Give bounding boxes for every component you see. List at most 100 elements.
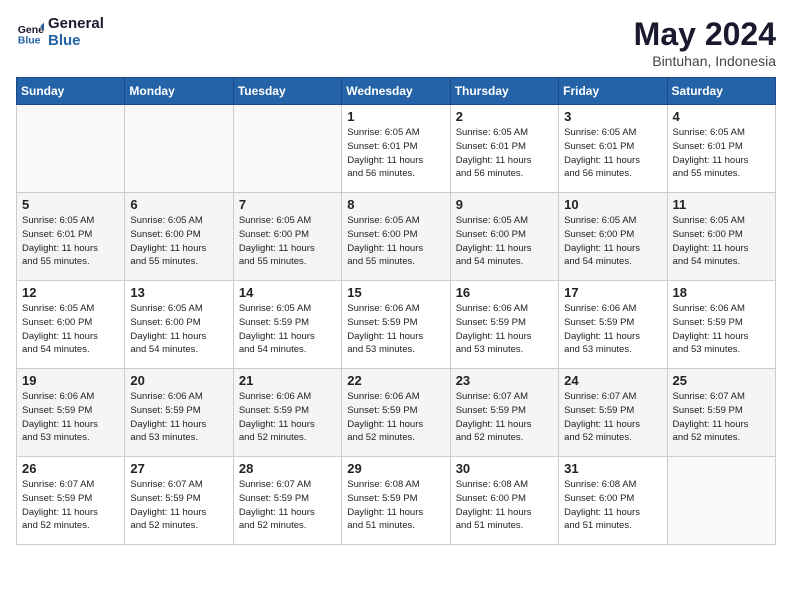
day-number: 4 [673, 109, 770, 124]
day-number: 21 [239, 373, 336, 388]
day-number: 14 [239, 285, 336, 300]
calendar-cell: 7 Sunrise: 6:05 AM Sunset: 6:00 PM Daylig… [233, 193, 341, 281]
calendar-cell: 17 Sunrise: 6:06 AM Sunset: 5:59 PM Dayli… [559, 281, 667, 369]
day-info: Sunrise: 6:05 AM Sunset: 6:00 PM Dayligh… [673, 214, 770, 269]
day-info: Sunrise: 6:06 AM Sunset: 5:59 PM Dayligh… [456, 302, 553, 357]
day-number: 24 [564, 373, 661, 388]
day-info: Sunrise: 6:05 AM Sunset: 6:00 PM Dayligh… [347, 214, 444, 269]
day-number: 22 [347, 373, 444, 388]
calendar-cell: 22 Sunrise: 6:06 AM Sunset: 5:59 PM Dayli… [342, 369, 450, 457]
day-info: Sunrise: 6:07 AM Sunset: 5:59 PM Dayligh… [239, 478, 336, 533]
day-number: 3 [564, 109, 661, 124]
weekday-header-thursday: Thursday [450, 78, 558, 105]
day-info: Sunrise: 6:05 AM Sunset: 6:01 PM Dayligh… [673, 126, 770, 181]
day-number: 19 [22, 373, 119, 388]
weekday-header-tuesday: Tuesday [233, 78, 341, 105]
calendar-cell: 26 Sunrise: 6:07 AM Sunset: 5:59 PM Dayli… [17, 457, 125, 545]
calendar-week-row: 19 Sunrise: 6:06 AM Sunset: 5:59 PM Dayli… [17, 369, 776, 457]
day-info: Sunrise: 6:05 AM Sunset: 6:00 PM Dayligh… [239, 214, 336, 269]
logo-icon: General Blue [16, 19, 44, 47]
calendar-cell: 27 Sunrise: 6:07 AM Sunset: 5:59 PM Dayli… [125, 457, 233, 545]
day-number: 17 [564, 285, 661, 300]
day-info: Sunrise: 6:06 AM Sunset: 5:59 PM Dayligh… [347, 390, 444, 445]
day-number: 20 [130, 373, 227, 388]
day-info: Sunrise: 6:06 AM Sunset: 5:59 PM Dayligh… [673, 302, 770, 357]
location-subtitle: Bintuhan, Indonesia [634, 53, 776, 69]
calendar-cell: 14 Sunrise: 6:05 AM Sunset: 5:59 PM Dayli… [233, 281, 341, 369]
day-number: 11 [673, 197, 770, 212]
day-info: Sunrise: 6:05 AM Sunset: 5:59 PM Dayligh… [239, 302, 336, 357]
calendar-cell: 19 Sunrise: 6:06 AM Sunset: 5:59 PM Dayli… [17, 369, 125, 457]
day-number: 6 [130, 197, 227, 212]
day-number: 5 [22, 197, 119, 212]
day-info: Sunrise: 6:08 AM Sunset: 6:00 PM Dayligh… [564, 478, 661, 533]
day-number: 7 [239, 197, 336, 212]
day-info: Sunrise: 6:07 AM Sunset: 5:59 PM Dayligh… [673, 390, 770, 445]
calendar-cell: 2 Sunrise: 6:05 AM Sunset: 6:01 PM Daylig… [450, 105, 558, 193]
day-number: 15 [347, 285, 444, 300]
day-number: 13 [130, 285, 227, 300]
calendar-cell: 18 Sunrise: 6:06 AM Sunset: 5:59 PM Dayli… [667, 281, 775, 369]
calendar-cell: 13 Sunrise: 6:05 AM Sunset: 6:00 PM Dayli… [125, 281, 233, 369]
day-number: 9 [456, 197, 553, 212]
day-info: Sunrise: 6:05 AM Sunset: 6:00 PM Dayligh… [130, 214, 227, 269]
day-number: 10 [564, 197, 661, 212]
calendar-table: SundayMondayTuesdayWednesdayThursdayFrid… [16, 77, 776, 545]
day-number: 27 [130, 461, 227, 476]
calendar-cell: 4 Sunrise: 6:05 AM Sunset: 6:01 PM Daylig… [667, 105, 775, 193]
day-number: 18 [673, 285, 770, 300]
weekday-header-wednesday: Wednesday [342, 78, 450, 105]
day-info: Sunrise: 6:05 AM Sunset: 6:01 PM Dayligh… [456, 126, 553, 181]
calendar-cell: 30 Sunrise: 6:08 AM Sunset: 6:00 PM Dayli… [450, 457, 558, 545]
calendar-cell: 23Sunrise: 6:07 AM Sunset: 5:59 PM Dayli… [450, 369, 558, 457]
logo-line1: General [48, 16, 104, 33]
day-number: 26 [22, 461, 119, 476]
logo: General Blue General Blue [16, 16, 104, 49]
day-number: 30 [456, 461, 553, 476]
day-number: 1 [347, 109, 444, 124]
day-info: Sunrise: 6:07 AM Sunset: 5:59 PM Dayligh… [130, 478, 227, 533]
weekday-header-friday: Friday [559, 78, 667, 105]
day-info: Sunrise: 6:06 AM Sunset: 5:59 PM Dayligh… [564, 302, 661, 357]
calendar-cell: 5 Sunrise: 6:05 AM Sunset: 6:01 PM Daylig… [17, 193, 125, 281]
day-number: 2 [456, 109, 553, 124]
calendar-week-row: 12 Sunrise: 6:05 AM Sunset: 6:00 PM Dayli… [17, 281, 776, 369]
day-info: Sunrise: 6:06 AM Sunset: 5:59 PM Dayligh… [22, 390, 119, 445]
day-info: Sunrise: 6:05 AM Sunset: 6:01 PM Dayligh… [22, 214, 119, 269]
day-number: 12 [22, 285, 119, 300]
title-block: May 2024 Bintuhan, Indonesia [634, 16, 776, 69]
month-title: May 2024 [634, 16, 776, 53]
calendar-cell [17, 105, 125, 193]
day-info: Sunrise: 6:07 AM Sunset: 5:59 PM Dayligh… [22, 478, 119, 533]
calendar-cell: 6 Sunrise: 6:05 AM Sunset: 6:00 PM Daylig… [125, 193, 233, 281]
day-info: Sunrise: 6:05 AM Sunset: 6:00 PM Dayligh… [130, 302, 227, 357]
calendar-cell: 25Sunrise: 6:07 AM Sunset: 5:59 PM Dayli… [667, 369, 775, 457]
calendar-cell: 16 Sunrise: 6:06 AM Sunset: 5:59 PM Dayli… [450, 281, 558, 369]
calendar-cell: 8 Sunrise: 6:05 AM Sunset: 6:00 PM Daylig… [342, 193, 450, 281]
day-info: Sunrise: 6:05 AM Sunset: 6:01 PM Dayligh… [347, 126, 444, 181]
weekday-header-sunday: Sunday [17, 78, 125, 105]
day-number: 8 [347, 197, 444, 212]
svg-text:Blue: Blue [18, 34, 41, 46]
calendar-cell: 9 Sunrise: 6:05 AM Sunset: 6:00 PM Daylig… [450, 193, 558, 281]
day-info: Sunrise: 6:08 AM Sunset: 5:59 PM Dayligh… [347, 478, 444, 533]
weekday-header-monday: Monday [125, 78, 233, 105]
day-info: Sunrise: 6:05 AM Sunset: 6:00 PM Dayligh… [456, 214, 553, 269]
day-info: Sunrise: 6:06 AM Sunset: 5:59 PM Dayligh… [347, 302, 444, 357]
calendar-cell: 20Sunrise: 6:06 AM Sunset: 5:59 PM Dayli… [125, 369, 233, 457]
day-info: Sunrise: 6:05 AM Sunset: 6:00 PM Dayligh… [564, 214, 661, 269]
calendar-cell: 10 Sunrise: 6:05 AM Sunset: 6:00 PM Dayli… [559, 193, 667, 281]
weekday-header-row: SundayMondayTuesdayWednesdayThursdayFrid… [17, 78, 776, 105]
calendar-week-row: 5 Sunrise: 6:05 AM Sunset: 6:01 PM Daylig… [17, 193, 776, 281]
calendar-cell [667, 457, 775, 545]
day-number: 16 [456, 285, 553, 300]
calendar-cell: 15 Sunrise: 6:06 AM Sunset: 5:59 PM Dayli… [342, 281, 450, 369]
calendar-cell: 12 Sunrise: 6:05 AM Sunset: 6:00 PM Dayli… [17, 281, 125, 369]
day-number: 28 [239, 461, 336, 476]
day-info: Sunrise: 6:08 AM Sunset: 6:00 PM Dayligh… [456, 478, 553, 533]
calendar-cell [125, 105, 233, 193]
calendar-cell: 28 Sunrise: 6:07 AM Sunset: 5:59 PM Dayli… [233, 457, 341, 545]
calendar-cell: 29Sunrise: 6:08 AM Sunset: 5:59 PM Dayli… [342, 457, 450, 545]
calendar-cell: 3Sunrise: 6:05 AM Sunset: 6:01 PM Daylig… [559, 105, 667, 193]
day-info: Sunrise: 6:05 AM Sunset: 6:00 PM Dayligh… [22, 302, 119, 357]
